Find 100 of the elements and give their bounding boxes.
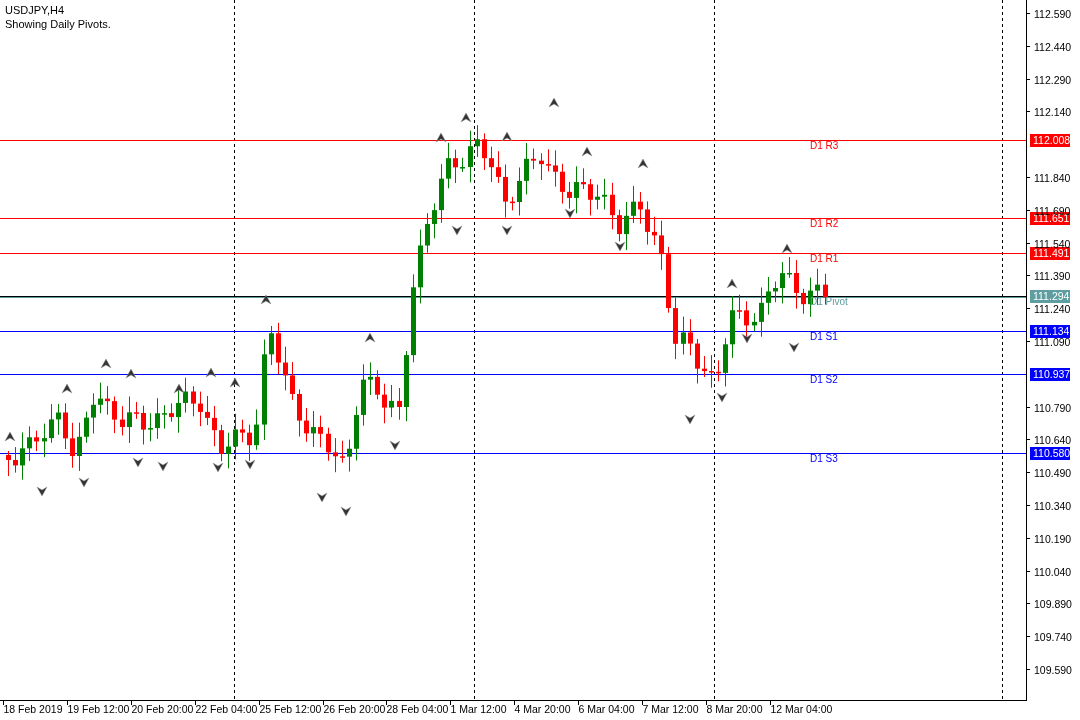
tick-mark bbox=[1025, 472, 1031, 473]
candlestick bbox=[453, 149, 458, 184]
price-tick-label: 109.890 bbox=[1034, 597, 1072, 610]
down-arrow-icon bbox=[741, 333, 753, 344]
candlestick bbox=[77, 422, 82, 472]
down-arrow-icon bbox=[788, 342, 800, 353]
candlestick bbox=[247, 424, 252, 462]
price-tick-label: 112.290 bbox=[1034, 73, 1072, 86]
tick-mark bbox=[195, 699, 196, 706]
candlestick bbox=[56, 403, 61, 436]
down-arrow-icon bbox=[36, 486, 48, 497]
price-badge: 110.580 bbox=[1030, 447, 1071, 460]
candlestick bbox=[98, 382, 103, 414]
price-badge: 111.294 bbox=[1030, 290, 1070, 303]
tick-mark bbox=[578, 699, 579, 706]
tick-mark bbox=[1025, 407, 1031, 408]
candlestick bbox=[446, 142, 451, 189]
tick-mark bbox=[1025, 275, 1031, 276]
candlestick bbox=[404, 350, 409, 422]
down-arrow-icon bbox=[78, 477, 90, 488]
candlestick bbox=[666, 246, 671, 314]
candlestick bbox=[183, 377, 188, 414]
candlestick bbox=[63, 402, 68, 450]
candlestick bbox=[588, 178, 593, 216]
tick-mark bbox=[1025, 13, 1031, 14]
candlestick bbox=[823, 273, 828, 306]
candlestick bbox=[155, 397, 160, 440]
candlestick bbox=[205, 395, 210, 426]
up-arrow-icon bbox=[435, 132, 447, 143]
up-arrow-icon bbox=[548, 97, 560, 108]
candlestick bbox=[212, 405, 217, 447]
up-arrow-icon bbox=[581, 146, 593, 157]
candlestick bbox=[673, 297, 678, 360]
candlestick bbox=[482, 132, 487, 171]
candlestick bbox=[13, 446, 18, 474]
candlestick bbox=[546, 148, 551, 172]
tick-mark bbox=[67, 699, 68, 706]
down-arrow-icon bbox=[132, 457, 144, 468]
candlestick bbox=[723, 337, 728, 387]
candlestick bbox=[539, 152, 544, 181]
candlestick bbox=[702, 355, 707, 378]
candlestick bbox=[27, 425, 32, 462]
indicator-note: Showing Daily Pivots. bbox=[5, 17, 111, 31]
price-tick-label: 111.540 bbox=[1034, 237, 1071, 250]
pivot-label: D1 S1 bbox=[810, 331, 838, 342]
candlestick bbox=[801, 288, 806, 315]
up-arrow-icon bbox=[501, 131, 513, 142]
candlestick bbox=[397, 387, 402, 421]
down-arrow-icon bbox=[316, 492, 328, 503]
candlestick bbox=[681, 316, 686, 355]
candlestick bbox=[645, 200, 650, 246]
time-tick-label: 7 Mar 12:00 bbox=[642, 703, 699, 715]
up-arrow-icon bbox=[364, 332, 376, 343]
candlestick bbox=[389, 384, 394, 418]
candlestick bbox=[624, 201, 629, 251]
candlestick bbox=[134, 401, 139, 420]
candlestick bbox=[254, 408, 259, 451]
up-arrow-icon bbox=[726, 278, 738, 289]
tick-mark bbox=[514, 699, 515, 706]
candlestick bbox=[716, 359, 721, 382]
candlestick bbox=[496, 150, 501, 184]
down-arrow-icon bbox=[564, 208, 576, 219]
candlestick bbox=[148, 412, 153, 442]
price-tick-label: 110.340 bbox=[1034, 499, 1072, 512]
candlestick bbox=[425, 212, 430, 254]
candlestick bbox=[347, 439, 352, 473]
up-arrow-icon bbox=[125, 368, 137, 379]
candlestick bbox=[233, 413, 238, 460]
candlestick bbox=[688, 318, 693, 356]
candlestick bbox=[524, 142, 529, 195]
tick-mark bbox=[323, 699, 324, 706]
tick-mark bbox=[131, 699, 132, 706]
time-tick-label: 19 Feb 12:00 bbox=[67, 703, 130, 715]
down-arrow-icon bbox=[340, 506, 352, 517]
candlestick bbox=[112, 395, 117, 434]
candlestick bbox=[91, 392, 96, 434]
price-tick-label: 111.090 bbox=[1034, 335, 1071, 348]
pivot-label: D1 R2 bbox=[810, 218, 839, 229]
time-tick-label: 20 Feb 20:00 bbox=[131, 703, 194, 715]
price-badge: 112.008 bbox=[1030, 134, 1071, 147]
candlestick bbox=[304, 407, 309, 443]
candlestick bbox=[617, 209, 622, 242]
candlestick bbox=[553, 149, 558, 188]
tick-mark bbox=[386, 699, 387, 706]
down-arrow-icon bbox=[212, 462, 224, 473]
candlestick bbox=[638, 191, 643, 225]
up-arrow-icon bbox=[4, 431, 16, 442]
candlestick bbox=[127, 396, 132, 444]
candlestick bbox=[737, 294, 742, 320]
candlestick bbox=[780, 261, 785, 304]
candlestick bbox=[226, 432, 231, 469]
candlestick bbox=[752, 312, 757, 332]
candlestick bbox=[730, 295, 735, 359]
candlestick bbox=[382, 383, 387, 424]
tick-mark bbox=[1025, 177, 1031, 178]
candlestick bbox=[290, 361, 295, 401]
tick-mark bbox=[1025, 341, 1031, 342]
price-tick-label: 110.790 bbox=[1034, 401, 1072, 414]
candlestick bbox=[6, 450, 11, 477]
pivot-label: D1 S3 bbox=[810, 453, 838, 464]
